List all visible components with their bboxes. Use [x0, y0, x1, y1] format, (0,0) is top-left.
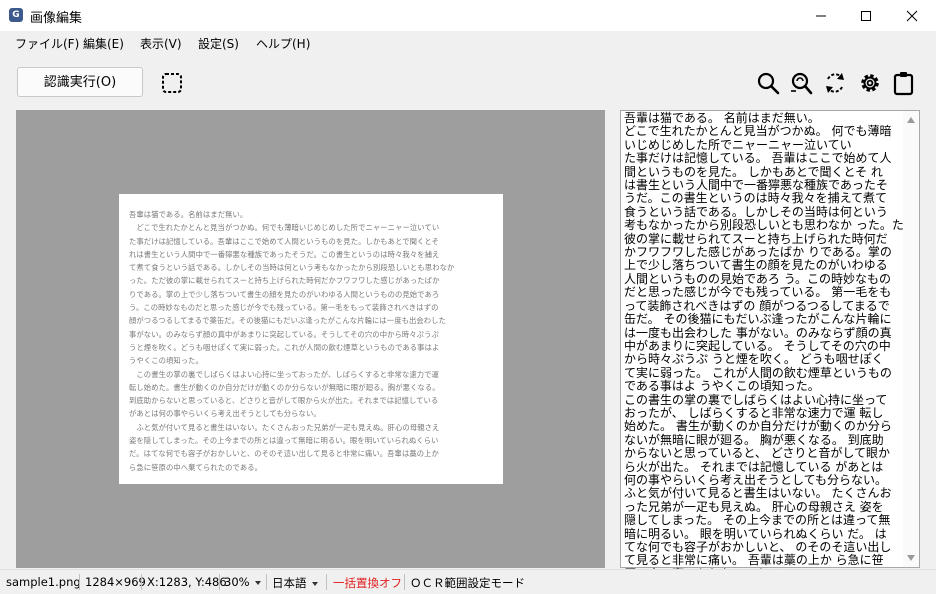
scroll-down-icon[interactable]	[907, 555, 915, 561]
close-button[interactable]	[889, 0, 935, 31]
gear-icon[interactable]	[857, 70, 883, 96]
chevron-down-icon	[254, 580, 261, 585]
vertical-scrollbar[interactable]	[903, 111, 919, 567]
document-text-line: う。この時妙なものだと思った感じが今でも残っている。第一毛をもって装飾されべきは…	[129, 303, 439, 313]
status-coords: X:1283, Y:486	[147, 575, 227, 589]
status-divider	[219, 574, 220, 590]
menu-file[interactable]: ファイル(F)	[15, 35, 79, 52]
minimize-icon	[816, 15, 826, 16]
status-mode: ＯＣＲ範囲設定モード	[410, 576, 525, 590]
document-text-line: どこで生れたかとんと見当がつかぬ。何でも薄暗いじめじめした所でニャーニャー泣いて…	[129, 223, 440, 233]
document-text-line: ら急に笹原の中へ棄てられたのである。	[129, 462, 263, 472]
document-text-line: った。ただ彼の掌に載せられてスーと持ち上げられた時何だかフワフワした感じがあった…	[129, 276, 440, 286]
ocr-text-line: うだ。この書生というのは時々我々を捕えて煮て	[624, 191, 888, 206]
zoom-fit-icon[interactable]	[788, 70, 814, 96]
maximize-button[interactable]	[843, 0, 889, 31]
ocr-result-text[interactable]: 吾輩は猫である。 名前はまだ無い。 どこで生れたかとんと見当がつかぬ。 何でも薄暗…	[624, 111, 916, 581]
ocr-text-line: ふと気が付いて見ると書生はいない。 たくさんお	[624, 486, 892, 501]
menu-settings[interactable]: 設定(S)	[198, 35, 239, 52]
menu-view[interactable]: 表示(V)	[140, 35, 182, 52]
language-value: 日本語	[272, 576, 307, 590]
ocr-text-line: 缶だ。 その後猫にもだいぶ逢ったがこんな片輪に	[624, 312, 892, 327]
status-dimensions: 1284×969	[85, 575, 146, 589]
ocr-text-line: 始めた。 書生が動くのか自分だけが動くのか分ら	[624, 419, 892, 434]
document-image: 吾輩は猫である。名前はまだ無い。 どこで生れたかとんと見当がつかぬ。何でも薄暗い…	[119, 194, 503, 484]
status-bar: sample1.png 1284×969 X:1283, Y:486 30% 日…	[0, 569, 936, 594]
document-text-line: があとは何の事やらいくら考え出そうとしても分らない。	[129, 409, 321, 419]
document-text-line: りである。掌の上で少し落ちついて書生の顔を見たのがいわゆる人間というものの見始で…	[129, 289, 440, 299]
ocr-text-line: は一度も出会わした 事がない。のみならず顔の真	[624, 325, 892, 340]
ocr-run-button[interactable]: 認識実行(O)	[17, 67, 143, 97]
ocr-text-line: 上で少し落ちついて書生の顔を見たのがいわゆる	[624, 258, 888, 273]
status-divider	[141, 574, 142, 590]
document-text-line: 姿を隠してしまった。その上今までの所とは違って無暗に明るい。眼を明いていられぬく…	[129, 436, 439, 446]
document-text-line: 転し始めた。書生が動くのか自分だけが動くのか分らないが無暗に眼が廻る。胸が悪くな…	[129, 382, 440, 392]
title-bar: G 画像編集	[0, 0, 936, 31]
document-text-line: だ。はてな何でも容子がおかしいと、のそのそ這い出して見ると非常に痛い。吾輩は藁の…	[129, 449, 439, 459]
document-text-line: て煮て食うという話である。しかしその当時は何という考もなかったから別段恐しいとも…	[129, 263, 455, 273]
ocr-text-line: た事だけは記憶している。 吾輩はここで始めて人	[624, 151, 892, 166]
bulk-replace-toggle[interactable]: 一括置換オフ	[333, 575, 402, 591]
document-text-line: この書生の掌の裏でしばらくはよい心持に坐っておったが、しばらくすると非常な速力で…	[129, 369, 439, 379]
document-text-line: 到底助からないと思っていると、どさりと音がして眼から火が出た。それまでは記憶して…	[129, 396, 439, 406]
document-text-line: た事だけは記憶している。吾輩はここで始めて人間というものを見た。しかもあとで聞く…	[129, 236, 440, 246]
rotate-icon[interactable]	[822, 70, 848, 96]
document-text-line: 事がない。のみならず顔の真中があまりに突起している。そうしてその穴の中から時々ぷ…	[129, 329, 439, 339]
image-canvas[interactable]: 吾輩は猫である。名前はまだ無い。 どこで生れたかとんと見当がつかぬ。何でも薄暗い…	[16, 110, 605, 568]
minimize-button[interactable]	[798, 0, 844, 31]
close-icon	[906, 10, 918, 21]
status-filename: sample1.png	[6, 575, 81, 589]
ocr-text-line: この書生の掌の裏でしばらくはよい心持に坐って	[624, 392, 888, 407]
status-divider	[266, 574, 267, 590]
selection-icon[interactable]	[161, 72, 183, 94]
document-text-line: うと煙を吹く。どうも咽せぽくて実に弱った。これが人間の飲む煙草というものである事…	[129, 342, 440, 352]
app-icon: G	[9, 8, 23, 22]
window-title: 画像編集	[30, 11, 83, 26]
language-dropdown[interactable]: 日本語	[272, 575, 318, 591]
document-text-line: 吾輩は猫である。名前はまだ無い。	[129, 210, 248, 219]
status-divider	[404, 574, 405, 590]
menu-help[interactable]: ヘルプ(H)	[256, 35, 310, 52]
document-text-line: うやくこの頃知った。	[129, 356, 203, 366]
scroll-up-icon[interactable]	[907, 117, 915, 123]
document-text-line: 顔がつるつるしてまるで薬缶だ。その後猫にもだいぶ逢ったがこんな片輪には一度も出会…	[129, 316, 446, 326]
ocr-text-line: どこで生れたかとんと見当がつかぬ。 何でも薄暗	[624, 124, 892, 139]
ocr-text-line: て見ると非常に痛い。 吾輩は藁の上か ら急に笹	[624, 553, 884, 568]
document-text-line: ふと気が付いて見ると書生はいない。たくさんおった兄弟が一疋も見えぬ。肝心の母親さ…	[129, 422, 440, 432]
chevron-down-icon	[311, 581, 318, 586]
ocr-text-line: から時々ぷうぷ うと煙を吹く。 どうも咽せぽく	[624, 352, 884, 367]
ocr-text-line: て実に弱った。 これが人間の飲む煙草というもの	[624, 365, 892, 380]
status-divider	[326, 574, 327, 590]
ocr-text-line: 暗に明るい。 眼を明いていられぬくらい だ。 は	[624, 526, 887, 541]
clipboard-icon[interactable]	[891, 70, 917, 96]
ocr-text-line: である事はよ うやくこの頃知った。	[624, 379, 820, 394]
document-text-line: れは書生という人間中で一番獰悪な種族であったそうだ。この書生というのは時々我々を…	[129, 249, 440, 259]
ocr-result-textarea[interactable]: 吾輩は猫である。 名前はまだ無い。 どこで生れたかとんと見当がつかぬ。 何でも薄暗…	[620, 110, 920, 581]
ocr-text-line: だと思った感じが今でも残っている。 第一毛をも	[624, 285, 892, 300]
ocr-text-line: 考もなかったから別段恐しいとも思わなか った。ただ	[624, 218, 916, 233]
menu-edit[interactable]: 編集(E)	[83, 35, 124, 52]
document-image-text: 吾輩は猫である。名前はまだ無い。 どこで生れたかとんと見当がつかぬ。何でも薄暗い…	[129, 208, 493, 474]
zoom-value: 30%	[224, 575, 250, 589]
ocr-text-line: 隠してしまった。 その上今までの所とは違って無	[624, 513, 891, 528]
zoom-dropdown[interactable]: 30%	[224, 575, 261, 589]
status-divider	[79, 574, 80, 590]
menu-bar: ファイル(F) 編集(E) 表示(V) 設定(S) ヘルプ(H)	[0, 31, 936, 55]
ocr-text-line: からないと思っていると、 どさりと音がして眼か	[624, 446, 891, 461]
zoom-icon[interactable]	[755, 70, 781, 96]
ocr-text-line: 中があまりに突起している。 そうしてその穴の中	[624, 338, 891, 353]
ocr-text-line: ら火が出た。 それまでは記憶している があとは	[624, 459, 884, 474]
maximize-icon	[861, 10, 871, 21]
